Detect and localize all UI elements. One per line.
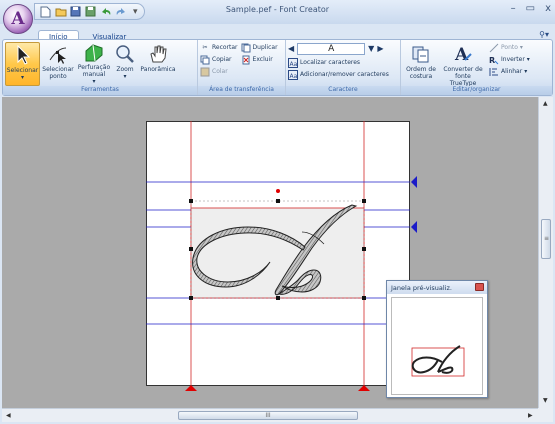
preview-glyph	[411, 345, 465, 377]
application-window: ▾ Sample.pef - Font Creator – ▭ x A Iníc…	[0, 0, 555, 424]
horizontal-scroll-thumb[interactable]: III	[178, 411, 358, 420]
rotation-handle[interactable]	[276, 189, 280, 193]
preview-title: Janela pré-visualiz.	[391, 284, 452, 292]
preview-close-icon[interactable]	[475, 283, 484, 291]
app-logo-letter: A	[11, 9, 25, 29]
vertical-scroll-thumb[interactable]: ≡	[541, 219, 551, 259]
application-menu-button[interactable]: A	[3, 4, 33, 34]
horizontal-scrollbar[interactable]: ◀ III ▶	[2, 408, 538, 422]
vertical-scrollbar[interactable]: ▲ ≡ ▼	[538, 97, 553, 408]
scroll-right-icon[interactable]: ▶	[528, 412, 533, 419]
x-height-marker[interactable]	[411, 221, 417, 233]
horizontal-grip-icon: III	[265, 412, 271, 419]
preview-canvas	[391, 297, 483, 395]
scroll-down-icon[interactable]: ▼	[543, 397, 548, 404]
cap-height-marker[interactable]	[411, 176, 417, 188]
vertical-grip-icon: ≡	[544, 235, 550, 242]
preview-title-bar[interactable]: Janela pré-visualiz.	[387, 281, 487, 294]
scroll-up-icon[interactable]: ▲	[543, 100, 548, 107]
scrollbar-corner	[538, 408, 553, 422]
left-margin-marker[interactable]	[185, 385, 197, 391]
right-margin-marker[interactable]	[358, 385, 370, 391]
preview-window[interactable]: Janela pré-visualiz.	[386, 280, 488, 398]
scroll-left-icon[interactable]: ◀	[6, 412, 11, 419]
